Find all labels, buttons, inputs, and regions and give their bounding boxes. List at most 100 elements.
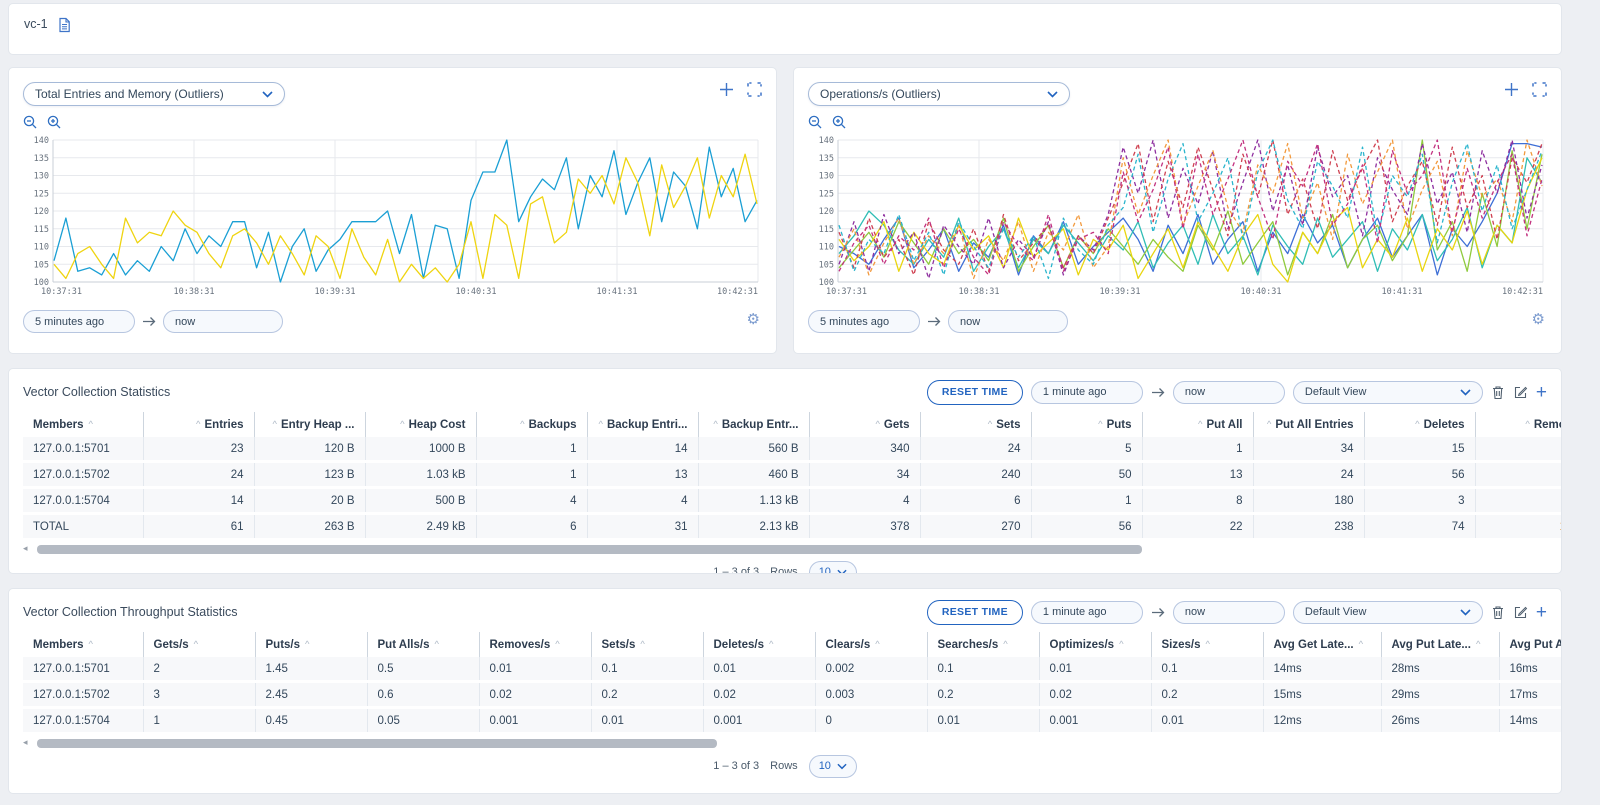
column-header[interactable]: ^Backups — [476, 412, 587, 437]
pagination-range: 1 – 3 of 3 — [713, 566, 759, 574]
page-size-select[interactable]: 10 — [809, 561, 857, 575]
table-cell — [1475, 437, 1562, 462]
time-from-input[interactable]: 1 minute ago — [1031, 381, 1143, 404]
time-to-input[interactable]: now — [948, 310, 1068, 333]
zoom-out-icon[interactable] — [23, 115, 38, 130]
table-cell: 0.01 — [479, 657, 591, 682]
table-cell: 0.2 — [1151, 682, 1263, 708]
column-header[interactable]: Clears/s^ — [815, 632, 927, 657]
arrow-right-icon — [927, 316, 941, 327]
table-cell: 378 — [809, 514, 920, 540]
svg-text:10:38:31: 10:38:31 — [959, 287, 1000, 297]
column-header[interactable]: Members^ — [23, 632, 143, 657]
settings-gear-icon[interactable]: ⚙ — [1532, 312, 1545, 327]
table-cell: 6 — [476, 514, 587, 540]
view-selector[interactable]: Default View — [1293, 601, 1483, 624]
scrollbar-thumb[interactable] — [37, 545, 1142, 554]
table-cell: 2.13 kB — [698, 514, 809, 540]
column-header[interactable]: Removes/s^ — [479, 632, 591, 657]
edit-view-icon[interactable] — [1513, 385, 1528, 400]
page-size-value: 10 — [819, 566, 831, 574]
page-title: vc-1 — [24, 17, 48, 31]
chart-panel-entries-memory: Total Entries and Memory (Outliers) — [8, 67, 777, 354]
svg-text:10:38:31: 10:38:31 — [174, 287, 215, 297]
time-from-input[interactable]: 1 minute ago — [1031, 601, 1143, 624]
add-chart-icon[interactable] — [1504, 82, 1519, 97]
reset-time-button[interactable]: RESET TIME — [927, 380, 1023, 405]
column-header[interactable]: ^Entries — [143, 412, 254, 437]
delete-view-icon[interactable] — [1491, 605, 1505, 620]
scrollbar-thumb[interactable] — [37, 739, 717, 748]
column-header[interactable]: Searches/s^ — [927, 632, 1039, 657]
time-from-input[interactable]: 5 minutes ago — [23, 310, 135, 333]
column-header[interactable]: ^Removes — [1475, 412, 1562, 437]
table-cell: 263 B — [254, 514, 365, 540]
column-header[interactable]: Members^ — [23, 412, 143, 437]
time-to-input[interactable]: now — [1173, 381, 1285, 404]
table-cell: 15ms — [1263, 682, 1381, 708]
column-header[interactable]: ^Backup Entr... — [698, 412, 809, 437]
svg-text:135: 135 — [819, 154, 834, 164]
page-size-select[interactable]: 10 — [809, 755, 857, 778]
table-cell: 24 — [143, 462, 254, 488]
h-scrollbar: ◂ — [23, 545, 1547, 554]
column-header[interactable]: ^Gets — [809, 412, 920, 437]
scrollbar-left-arrow-icon[interactable]: ◂ — [23, 543, 28, 554]
add-chart-icon[interactable] — [719, 82, 734, 97]
table-cell: 238 — [1253, 514, 1364, 540]
column-header[interactable]: ^Put All Entries — [1253, 412, 1364, 437]
column-header[interactable]: Avg Put Late...^ — [1381, 632, 1499, 657]
sort-caret-icon: ^ — [196, 419, 200, 430]
operations-chart-canvas[interactable]: 10:37:3110:38:3110:39:3110:40:3110:41:31… — [808, 136, 1547, 298]
table-cell — [1475, 462, 1562, 488]
column-header[interactable]: Put Alls/s^ — [367, 632, 479, 657]
zoom-in-icon[interactable] — [832, 115, 847, 130]
settings-gear-icon[interactable]: ⚙ — [747, 312, 760, 327]
column-header[interactable]: ^Deletes — [1364, 412, 1475, 437]
svg-text:115: 115 — [819, 225, 834, 235]
column-header[interactable]: ^Put All — [1142, 412, 1253, 437]
column-header[interactable]: ^Backup Entri... — [587, 412, 698, 437]
column-header[interactable]: Puts/s^ — [255, 632, 367, 657]
time-to-input[interactable]: now — [1173, 601, 1285, 624]
column-header[interactable]: Deletes/s^ — [703, 632, 815, 657]
column-header[interactable]: Avg Put All L...^ — [1499, 632, 1562, 657]
table-cell: 1 — [476, 437, 587, 462]
column-header[interactable]: ^Heap Cost — [365, 412, 476, 437]
metric-selector[interactable]: Operations/s (Outliers) — [808, 82, 1070, 106]
page: vc-1 Total Entries and Memory (Outliers) — [0, 0, 1600, 794]
column-header[interactable]: ^Entry Heap ... — [254, 412, 365, 437]
table-cell: 0.001 — [703, 708, 815, 734]
fullscreen-icon[interactable] — [747, 82, 762, 97]
svg-text:140: 140 — [819, 136, 834, 146]
column-header[interactable]: ^Puts — [1031, 412, 1142, 437]
time-from-input[interactable]: 5 minutes ago — [808, 310, 920, 333]
column-header[interactable]: Optimizes/s^ — [1039, 632, 1151, 657]
zoom-in-icon[interactable] — [47, 115, 62, 130]
metric-selector[interactable]: Total Entries and Memory (Outliers) — [23, 82, 285, 106]
scrollbar-left-arrow-icon[interactable]: ◂ — [23, 737, 28, 748]
sort-caret-icon: ^ — [434, 639, 438, 650]
add-view-button[interactable]: + — [1536, 603, 1547, 622]
column-header[interactable]: Sizes/s^ — [1151, 632, 1263, 657]
fullscreen-icon[interactable] — [1532, 82, 1547, 97]
sort-caret-icon: ^ — [1206, 639, 1210, 650]
delete-view-icon[interactable] — [1491, 385, 1505, 400]
table-cell: 1 — [1142, 437, 1253, 462]
add-view-button[interactable]: + — [1536, 383, 1547, 402]
column-header[interactable]: Gets/s^ — [143, 632, 255, 657]
h-scrollbar: ◂ — [23, 739, 1547, 748]
time-to-input[interactable]: now — [163, 310, 283, 333]
document-icon[interactable] — [57, 17, 72, 33]
view-selector[interactable]: Default View — [1293, 381, 1483, 404]
column-header[interactable]: ^Sets — [920, 412, 1031, 437]
table-cell: 34 — [1253, 437, 1364, 462]
svg-text:125: 125 — [819, 189, 834, 199]
zoom-out-icon[interactable] — [808, 115, 823, 130]
entries-memory-chart-canvas[interactable]: 10:37:3110:38:3110:39:3110:40:3110:41:31… — [23, 136, 762, 298]
column-header[interactable]: Avg Get Late...^ — [1263, 632, 1381, 657]
edit-view-icon[interactable] — [1513, 605, 1528, 620]
column-header[interactable]: Sets/s^ — [591, 632, 703, 657]
reset-time-button[interactable]: RESET TIME — [927, 600, 1023, 625]
table-cell: 123 B — [254, 462, 365, 488]
